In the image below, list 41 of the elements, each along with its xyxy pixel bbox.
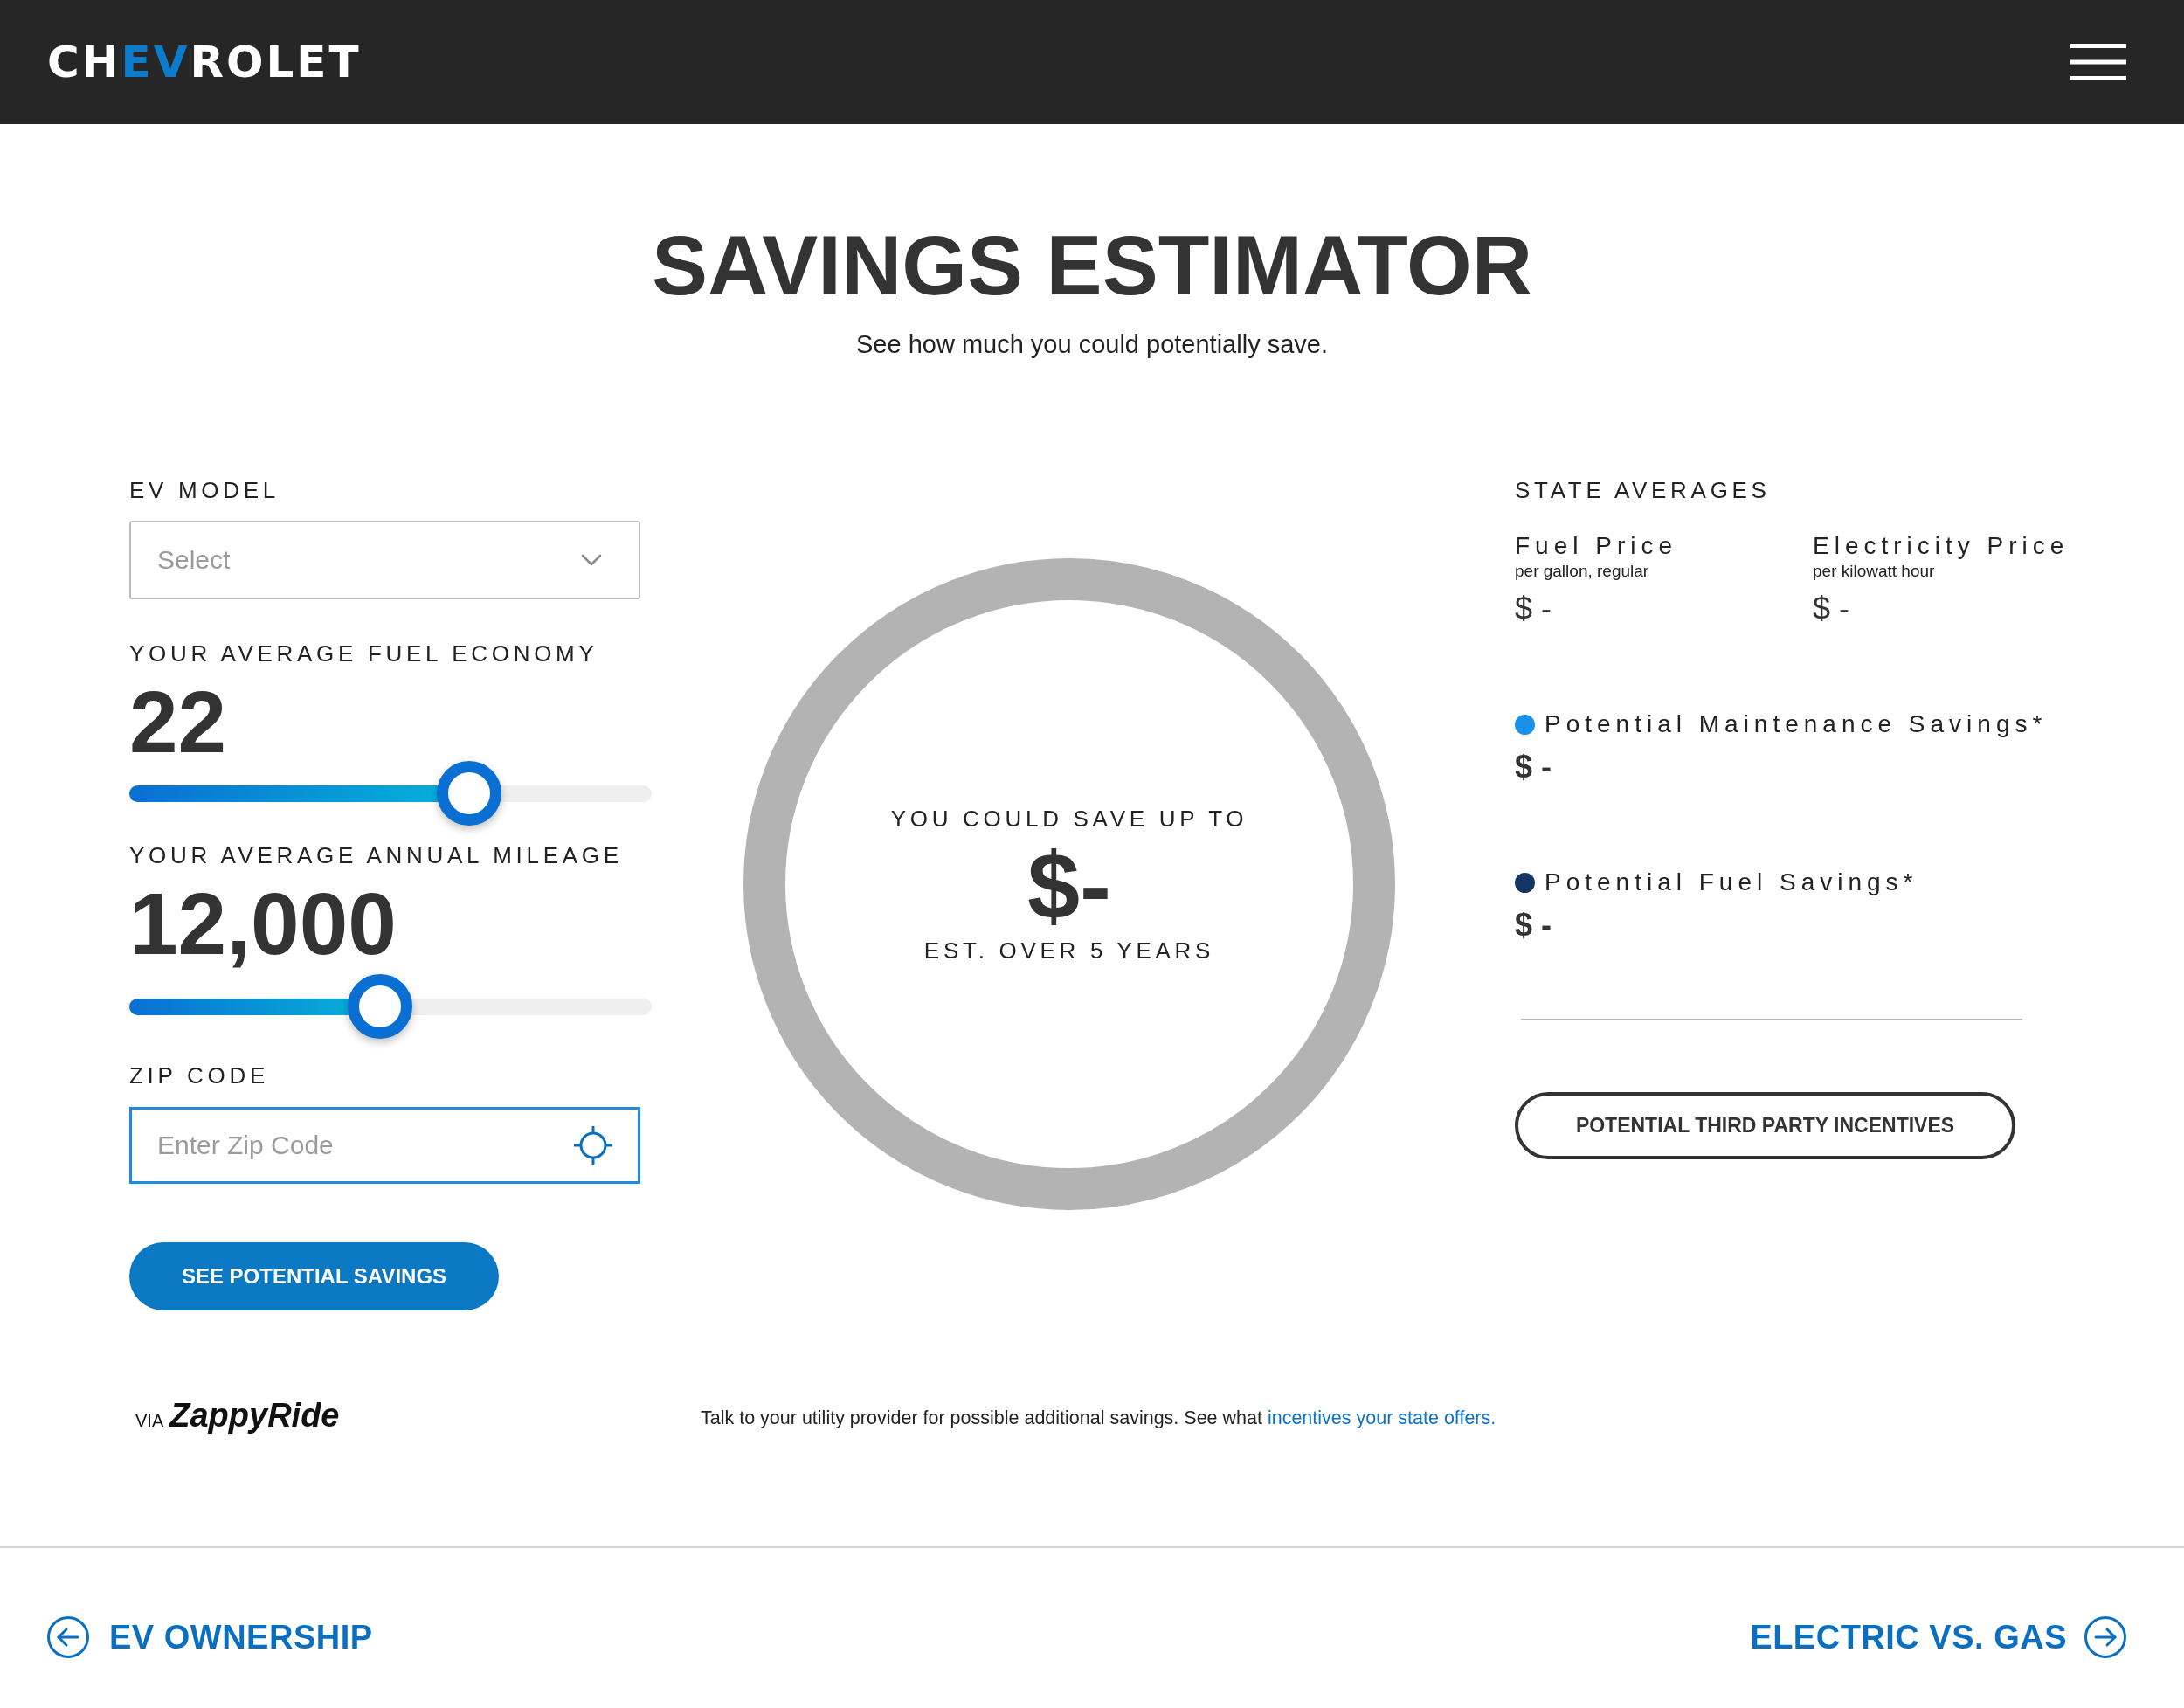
chevron-down-icon [581, 554, 602, 566]
arrow-left-circle-icon [47, 1615, 89, 1658]
savings-note: Talk to your utility provider for possible additional savings. See what incentives your state offers. [701, 1407, 1496, 1430]
slider-label: YOUR AVERAGE FUEL ECONOMY [129, 640, 598, 667]
savings-period: EST. OVER 5 YEARS [923, 937, 1215, 964]
price-name: Electricity Price [1813, 531, 2070, 561]
menu-icon[interactable] [2070, 44, 2126, 80]
price-value: $ - [1813, 591, 1849, 626]
price-name: Fuel Price [1515, 531, 1678, 561]
incentives-link[interactable]: incentives your state offers. [1267, 1407, 1496, 1428]
slider-track[interactable] [129, 974, 652, 1039]
savings-value: $ - [1515, 750, 1552, 785]
arrow-right-circle-icon [2084, 1615, 2126, 1658]
slider-value: 12,000 [129, 880, 397, 967]
savings-label: Potential Fuel Savings* [1545, 868, 1918, 897]
previous-page-link[interactable]: EV OWNERSHIP [47, 1615, 373, 1658]
slider-label: YOUR AVERAGE ANNUAL MILEAGE [129, 842, 623, 868]
incentives-button[interactable]: POTENTIAL THIRD PARTY INCENTIVES [1515, 1092, 2015, 1159]
savings-amount: $- [1027, 841, 1111, 930]
savings-label: Potential Maintenance Savings* [1545, 709, 2048, 739]
price-value: $ - [1515, 591, 1552, 626]
zip-code-label: ZIP CODE [129, 1062, 269, 1089]
see-savings-button[interactable]: SEE POTENTIAL SAVINGS [129, 1242, 499, 1310]
price-unit: per gallon, regular [1515, 562, 1649, 581]
slider-value: 22 [129, 678, 227, 765]
page-subtitle: See how much you could potentially save. [855, 329, 1328, 360]
slider-thumb[interactable] [348, 974, 413, 1039]
zip-code-field[interactable]: Enter Zip Code [129, 1107, 640, 1184]
state-averages-heading: STATE AVERAGES [1515, 477, 1771, 503]
brand-logo[interactable]: CH EVROLET [47, 40, 362, 84]
ev-model-select[interactable]: Select [129, 521, 640, 599]
slider-thumb[interactable] [436, 761, 501, 826]
ev-model-label: EV MODEL [129, 477, 280, 503]
next-page-link[interactable]: ELECTRIC VS. GAS [1750, 1615, 2126, 1658]
crosshair-icon[interactable] [574, 1126, 612, 1165]
savings-value: $ - [1515, 908, 1552, 943]
savings-heading: YOU COULD SAVE UP TO [890, 805, 1248, 832]
price-unit: per kilowatt hour [1813, 562, 1935, 581]
page-title: SAVINGS ESTIMATOR [651, 222, 1533, 309]
slider-track[interactable] [129, 761, 652, 826]
zappyride-credit: VIA ZappyRide [135, 1396, 340, 1435]
